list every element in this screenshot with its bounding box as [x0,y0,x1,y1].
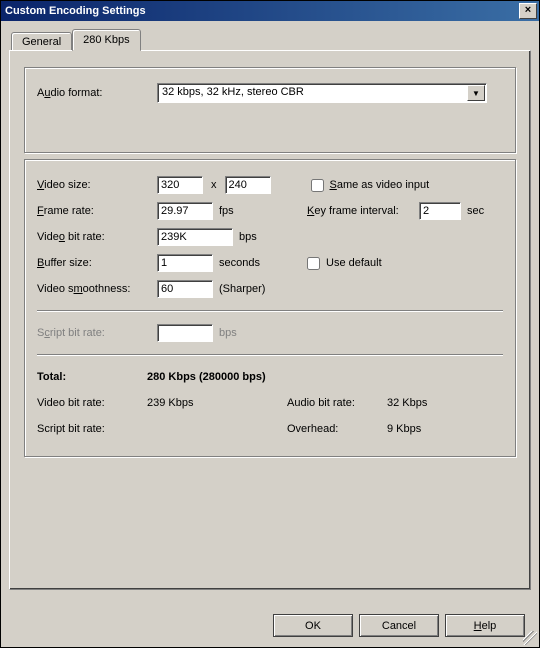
video-size-label: Video size: [37,179,157,191]
video-width-input[interactable] [157,176,203,194]
script-bitrate-input [157,324,213,342]
bps-label: bps [239,231,257,243]
same-as-input-checkbox[interactable] [311,179,324,192]
resize-grip-icon[interactable] [523,631,537,645]
divider [37,354,503,356]
dialog-body: General 280 Kbps Audio format: 32 kbps, … [1,21,539,647]
close-button[interactable]: × [519,3,537,19]
sharper-label: (Sharper) [219,283,265,295]
help-button[interactable]: Help [445,614,525,637]
use-default-checkbox[interactable] [307,257,320,270]
summary-vbr-label: Video bit rate: [37,397,147,409]
buffer-size-label: Buffer size: [37,257,157,269]
total-value: 280 Kbps (280000 bps) [147,371,266,383]
video-bitrate-input[interactable] [157,228,233,246]
script-bitrate-label: Script bit rate: [37,327,157,339]
seconds-label: seconds [219,257,279,269]
group-video: Video size: x Same as video input Frame … [24,159,516,457]
video-smoothness-label: Video smoothness: [37,283,157,295]
video-bitrate-label: Video bit rate: [37,231,157,243]
dropdown-icon[interactable]: ▼ [467,85,485,101]
frame-rate-input[interactable] [157,202,213,220]
divider [37,310,503,312]
window: Custom Encoding Settings × General 280 K… [0,0,540,648]
tab-general[interactable]: General [11,32,72,50]
audio-format-combo[interactable]: 32 kbps, 32 kHz, stereo CBR ▼ [157,83,487,103]
same-as-input-label: Same as video input [330,179,430,191]
summary-vbr-value: 239 Kbps [147,397,287,409]
summary-ovh-value: 9 Kbps [387,423,421,435]
audio-format-label: Audio format: [37,87,157,99]
cancel-button[interactable]: Cancel [359,614,439,637]
total-label: Total: [37,371,147,383]
video-height-input[interactable] [225,176,271,194]
x-label: x [211,179,217,191]
key-frame-input[interactable] [419,202,461,220]
summary-abr-value: 32 Kbps [387,397,427,409]
script-bps-label: bps [219,327,237,339]
key-frame-label: Key frame interval: [307,205,419,217]
window-title: Custom Encoding Settings [5,5,519,17]
tab-bitrate[interactable]: 280 Kbps [72,29,140,51]
video-smoothness-input[interactable] [157,280,213,298]
tabstrip: General 280 Kbps [11,29,531,50]
summary-abr-label: Audio bit rate: [287,397,387,409]
close-icon: × [525,4,531,16]
frame-rate-label: Frame rate: [37,205,157,217]
summary-ovh-label: Overhead: [287,423,387,435]
button-bar: OK Cancel Help [273,614,525,637]
ok-button[interactable]: OK [273,614,353,637]
buffer-size-input[interactable] [157,254,213,272]
group-audio: Audio format: 32 kbps, 32 kHz, stereo CB… [24,67,516,153]
use-default-label: Use default [326,257,382,269]
titlebar: Custom Encoding Settings × [1,1,539,21]
audio-format-value: 32 kbps, 32 kHz, stereo CBR [158,84,466,102]
tab-panel: Audio format: 32 kbps, 32 kHz, stereo CB… [9,50,531,590]
fps-label: fps [219,205,255,217]
summary-sbr-label: Script bit rate: [37,423,147,435]
sec-label: sec [467,205,484,217]
